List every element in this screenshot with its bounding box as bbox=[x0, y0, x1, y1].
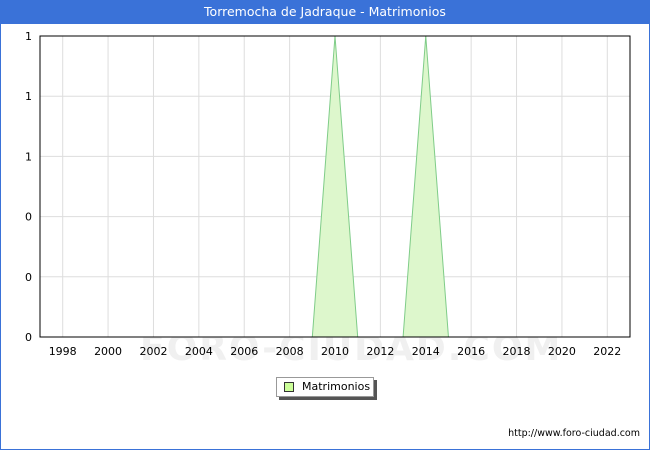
x-tick-label: 2020 bbox=[548, 345, 576, 358]
x-tick-label: 2002 bbox=[139, 345, 167, 358]
y-tick-label: 1 bbox=[25, 150, 32, 163]
x-tick-label: 2008 bbox=[276, 345, 304, 358]
x-tick-label: 2000 bbox=[94, 345, 122, 358]
x-tick-label: 2004 bbox=[185, 345, 213, 358]
y-tick-label: 0 bbox=[25, 331, 32, 344]
y-tick-label: 0 bbox=[25, 211, 32, 224]
legend: Matrimonios bbox=[276, 377, 374, 397]
x-tick-label: 2010 bbox=[321, 345, 349, 358]
x-tick-label: 2022 bbox=[593, 345, 621, 358]
y-tick-label: 1 bbox=[25, 30, 32, 43]
x-tick-label: 2006 bbox=[230, 345, 258, 358]
y-tick-label: 0 bbox=[25, 271, 32, 284]
x-tick-label: 2012 bbox=[366, 345, 394, 358]
legend-label-matrimonios: Matrimonios bbox=[302, 380, 371, 393]
source-link[interactable]: http://www.foro-ciudad.com bbox=[508, 428, 640, 439]
x-tick-label: 2014 bbox=[412, 345, 440, 358]
y-tick-label: 1 bbox=[25, 90, 32, 103]
legend-swatch-matrimonios bbox=[284, 382, 294, 392]
x-tick-label: 2016 bbox=[457, 345, 485, 358]
x-tick-label: 2018 bbox=[503, 345, 531, 358]
x-tick-label: 1998 bbox=[49, 345, 77, 358]
